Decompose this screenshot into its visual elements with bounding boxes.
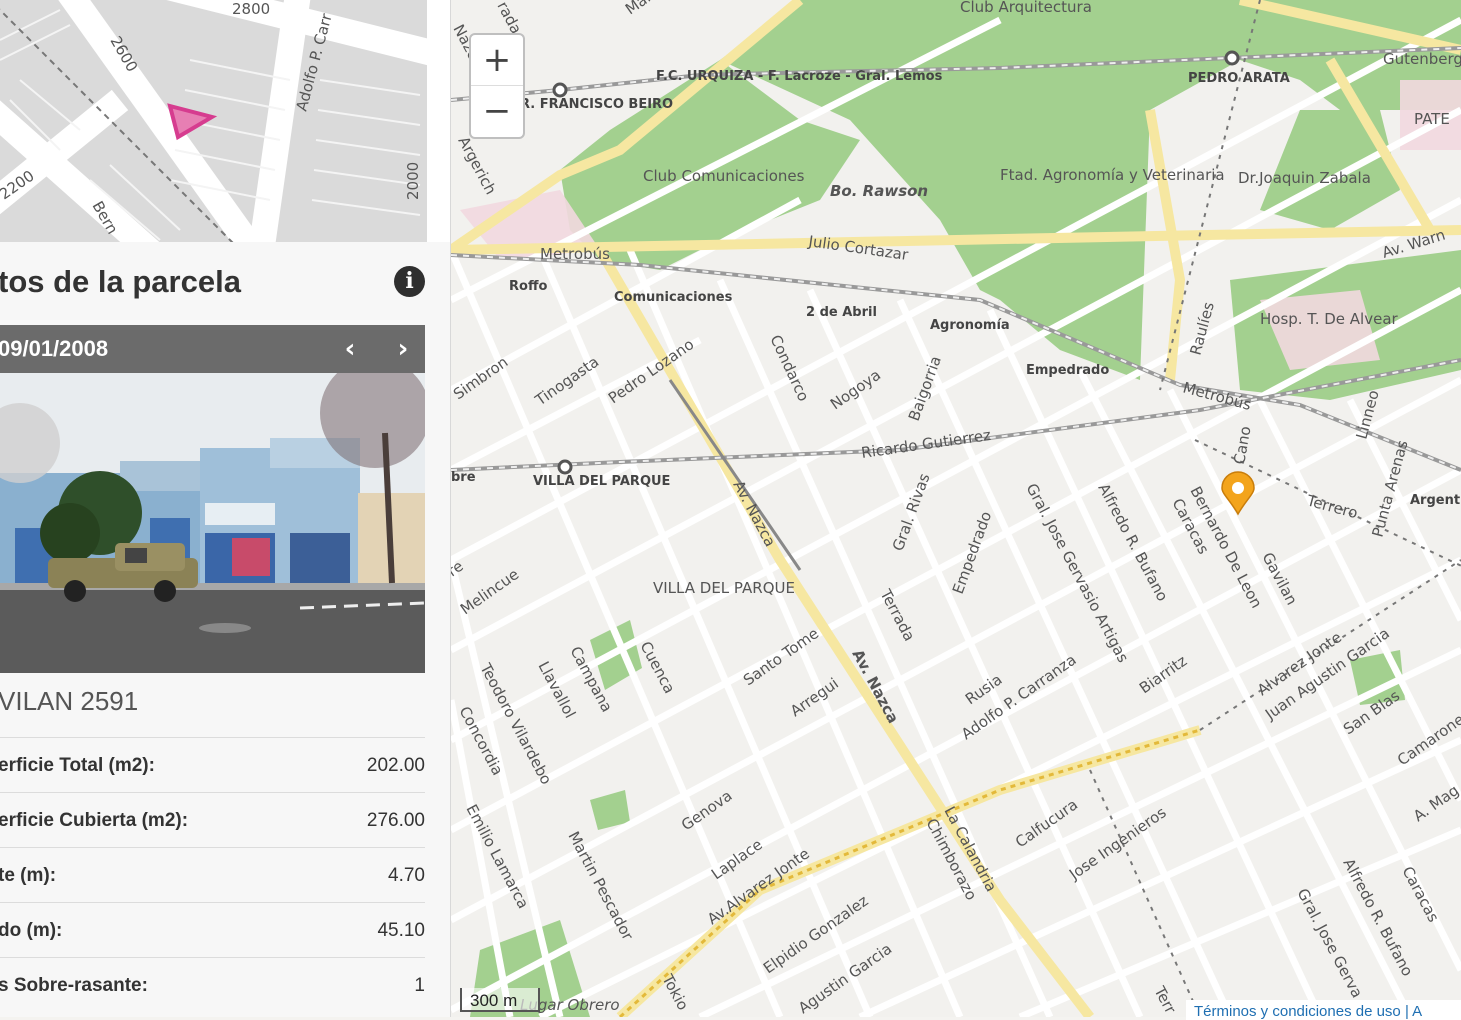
map-label: 2 de Abril [806, 305, 877, 320]
map-label: Argentin [1410, 493, 1461, 508]
map-label: Ftad. Agronomía y Veterinaria [1000, 166, 1225, 184]
map-label: Dr.Joaquin Zabala [1238, 169, 1371, 187]
map-label: Comunicaciones [614, 290, 733, 305]
map-label: PATE [1414, 110, 1450, 128]
parcel-panel: 2800 2600 2200 2000 Adolfo P. Carr Bern … [0, 0, 451, 1017]
map-label: Agronomía [930, 318, 1010, 333]
main-map[interactable]: Club Arquitectura F.C. URQUIZA - F. Lacr… [451, 0, 1461, 1017]
detail-row: erficie Total (m2): 202.00 [0, 737, 425, 792]
map-label: Club Comunicaciones [643, 167, 805, 185]
map-label: Metrobús [540, 245, 610, 263]
zoom-in-button[interactable]: + [471, 35, 523, 86]
panel-title-row: tos de la parcela [0, 242, 450, 324]
detail-value: 1 [414, 975, 425, 996]
svg-text:2800: 2800 [232, 0, 270, 18]
parcel-minimap[interactable]: 2800 2600 2200 2000 Adolfo P. Carr Bern [0, 0, 450, 242]
detail-value: 276.00 [366, 810, 425, 831]
parcel-details-table: erficie Total (m2): 202.00 erficie Cubie… [0, 737, 425, 1012]
detail-row: do (m): 45.10 [0, 902, 425, 957]
map-label: R. FRANCISCO BEIRO [520, 97, 673, 112]
map-label: Bo. Rawson [830, 182, 928, 200]
map-label: Gutenberg [1383, 50, 1461, 68]
chevron-right-icon[interactable]: › [389, 333, 417, 365]
detail-row: s Sobre-rasante: 1 [0, 957, 425, 1012]
detail-label: do (m): [0, 920, 63, 941]
photo-header: 09/01/2008 ‹ › [0, 325, 425, 373]
map-label: VILLA DEL PARQUE [533, 474, 670, 489]
terms-link[interactable]: Términos y condiciones de uso | A [1186, 1000, 1461, 1020]
photo-date: 09/01/2008 [0, 336, 109, 361]
map-label: VILLA DEL PARQUE [653, 579, 795, 597]
zoom-control: + − [469, 33, 525, 139]
map-label: Empedrado [1026, 363, 1109, 378]
detail-value: 4.70 [388, 865, 425, 886]
detail-label: s Sobre-rasante: [0, 975, 148, 996]
svg-text:2000: 2000 [404, 162, 422, 200]
map-label: PEDRO ARATA [1188, 71, 1290, 86]
parcel-photo [0, 373, 425, 673]
detail-label: erficie Cubierta (m2): [0, 810, 189, 831]
map-label: Hosp. T. De Alvear [1260, 310, 1399, 328]
map-label: Club Arquitectura [960, 0, 1092, 16]
detail-label: erficie Total (m2): [0, 755, 155, 776]
map-label: bre [451, 470, 476, 485]
map-label: Roffo [509, 279, 547, 294]
zoom-out-button[interactable]: − [471, 86, 523, 136]
parcel-address: VILAN 2591 [0, 686, 139, 716]
info-icon[interactable]: i [394, 266, 425, 297]
chevron-left-icon[interactable]: ‹ [336, 333, 364, 365]
map-label: F.C. URQUIZA - F. Lacroze - Gral. Lemos [656, 69, 943, 84]
page-title: tos de la parcela [0, 264, 241, 299]
detail-value: 45.10 [377, 920, 425, 941]
detail-value: 202.00 [366, 755, 425, 776]
detail-label: te (m): [0, 865, 57, 886]
detail-row: erficie Cubierta (m2): 276.00 [0, 792, 425, 847]
detail-row: te (m): 4.70 [0, 847, 425, 902]
scale-bar: 300 m [460, 988, 540, 1012]
